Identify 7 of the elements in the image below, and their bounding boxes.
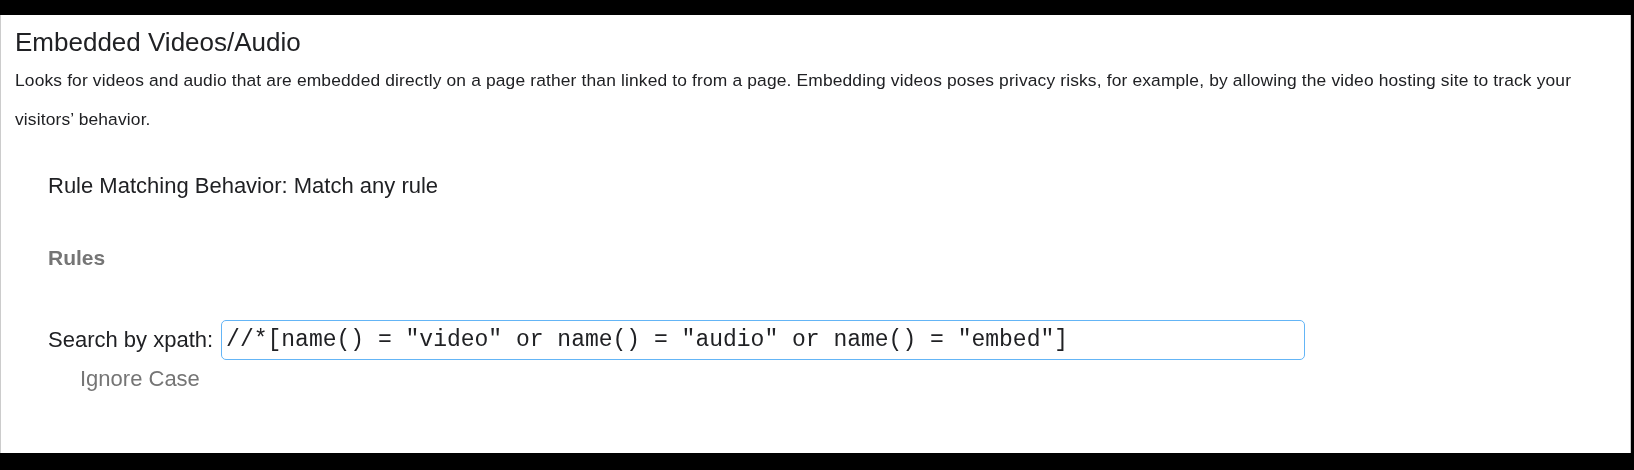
- rule-matching-text: Rule Matching Behavior: Match any rule: [48, 173, 440, 199]
- section-title: Embedded Videos/Audio: [15, 27, 302, 57]
- ignore-case-label: Ignore Case: [80, 366, 201, 392]
- xpath-input-field[interactable]: //*[name() = "video" or name() = "audio" or name() = "embed"]: [221, 320, 1306, 360]
- description-text: Looks for videos and audio that are embedded directly on a page rather than linked to from a page. Embedding videos poses privacy risks, for example, by allowing the video hosting site to track your visitors’ behavior.: [15, 69, 1573, 131]
- rules-heading: Rules: [48, 246, 107, 270]
- rule-label: Search by xpath:: [48, 327, 214, 353]
